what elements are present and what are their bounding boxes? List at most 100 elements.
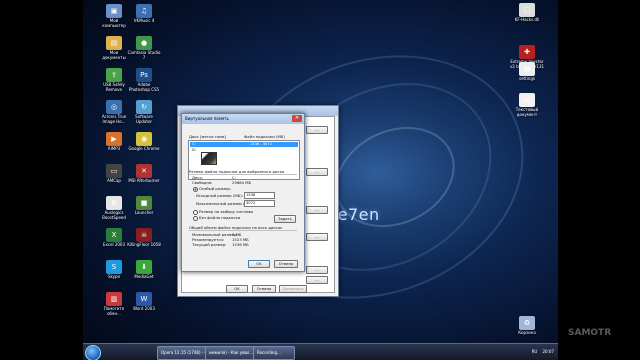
app-icon: ▤ bbox=[519, 93, 535, 107]
desktop-icon-label: settings bbox=[519, 76, 535, 81]
virtual-memory-dialog[interactable]: Виртуальная память ✕ Диск [метка тома] Ф… bbox=[181, 113, 305, 272]
free-space-label: Свободно: bbox=[192, 180, 213, 185]
app-icon: ▶ bbox=[106, 132, 122, 146]
tray-clock[interactable]: 20:07 bbox=[542, 349, 554, 354]
taskbar-item-opera[interactable]: Opera 12.15 (1748) - Co... bbox=[157, 346, 209, 360]
letterbox-left bbox=[0, 0, 83, 360]
right-desktop-icon[interactable]: ▤ settings bbox=[505, 62, 549, 82]
desktop-icon-label: VKMusic 4 bbox=[133, 18, 155, 23]
desktop-icon-label: Adobe Photoshop CS5 bbox=[128, 82, 160, 92]
settings-button[interactable]: ... bbox=[306, 266, 328, 274]
taskbar-item-browser-tab[interactable]: иммиля) - Как уввл... bbox=[205, 346, 257, 360]
desktop-icon-label: KF-Hacks.dll bbox=[514, 17, 540, 22]
current-size-value: 1536 МБ bbox=[232, 242, 249, 247]
screen: Se7en ▣ Мой компьютер ♫ VKMusic 4 ▤ Мои докум… bbox=[0, 0, 640, 360]
left-desktop-icon[interactable]: ☠ KillingFloor 1058 bbox=[122, 228, 166, 248]
desktop-icon-label: Word 2003 bbox=[133, 306, 155, 311]
desktop-icon-label: KillingFloor 1058 bbox=[127, 242, 161, 247]
settings-button[interactable]: ... bbox=[306, 168, 328, 176]
no-pagefile-label: Без файла подкачки bbox=[199, 215, 241, 220]
left-desktop-icon[interactable]: ● Camtasia Studio 7 bbox=[122, 36, 166, 60]
app-icon: ▣ bbox=[106, 4, 122, 18]
desktop-icon-label: Launcher bbox=[134, 210, 154, 215]
desktop-icon-label: Camtasia Studio 7 bbox=[127, 50, 161, 60]
desktop-icon-label: MSI Afterburner bbox=[128, 178, 160, 183]
app-icon: ⚙ bbox=[106, 196, 122, 210]
system-tray: RU 20:07 bbox=[532, 346, 554, 358]
desktop-icon-label: Software Updater bbox=[135, 114, 153, 124]
watermark: SAMOTR bbox=[568, 328, 612, 338]
app-icon: X bbox=[106, 228, 122, 242]
app-icon: ◎ bbox=[106, 100, 122, 114]
custom-size-label: Особый размер: bbox=[199, 186, 232, 191]
right-desktop-icon[interactable]: ▢ KF-Hacks.dll bbox=[505, 3, 549, 23]
app-icon: ✕ bbox=[136, 164, 152, 178]
left-desktop-icon[interactable]: Ps Adobe Photoshop CS5 bbox=[122, 68, 166, 92]
dialog-title: Виртуальная память bbox=[185, 116, 229, 121]
app-icon: ● bbox=[136, 36, 152, 50]
language-indicator[interactable]: RU bbox=[532, 349, 538, 354]
app-icon: ⇪ bbox=[106, 68, 122, 82]
drive-letter: C: bbox=[192, 142, 196, 146]
free-space-value: 29884 МБ bbox=[232, 180, 252, 185]
left-desktop-icon[interactable]: W Word 2003 bbox=[122, 292, 166, 312]
app-icon: ⬇ bbox=[136, 260, 152, 274]
app-icon: ♫ bbox=[136, 4, 152, 18]
right-desktop-icon[interactable]: ♻ Корзина bbox=[505, 316, 549, 336]
taskbar: Opera 12.15 (1748) - Co... иммиля) - Как… bbox=[83, 343, 558, 360]
dialog-ok-button[interactable]: OK bbox=[248, 260, 270, 268]
close-icon[interactable]: ✕ bbox=[292, 115, 302, 122]
divider bbox=[189, 174, 297, 175]
app-icon: ▤ bbox=[106, 36, 122, 50]
left-desktop-icon[interactable]: ◉ Google Chrome bbox=[122, 132, 166, 152]
settings-button[interactable]: ... bbox=[306, 276, 328, 284]
settings-button[interactable]: ... bbox=[306, 233, 328, 241]
app-icon: ◉ bbox=[136, 132, 152, 146]
no-pagefile-radio[interactable] bbox=[193, 216, 198, 221]
divider bbox=[189, 230, 297, 231]
max-size-input[interactable]: 3072 bbox=[244, 200, 275, 207]
app-icon: ▤ bbox=[519, 62, 535, 76]
app-icon: ☠ bbox=[136, 228, 152, 242]
left-desktop-icon[interactable]: ♫ VKMusic 4 bbox=[122, 4, 166, 24]
left-desktop-icon[interactable]: ⬇ MediaGet bbox=[122, 260, 166, 280]
left-desktop-icon[interactable]: ↻ Software Updater bbox=[122, 100, 166, 124]
start-button[interactable] bbox=[85, 345, 101, 360]
system-size-radio[interactable] bbox=[193, 210, 198, 215]
initial-size-label: Исходный размер (МБ): bbox=[196, 193, 243, 198]
taskbar-item-recording[interactable]: Recording... bbox=[253, 346, 295, 360]
dialog-cancel-button[interactable]: Отмена bbox=[274, 260, 298, 268]
dialog-titlebar[interactable]: Виртуальная память bbox=[182, 114, 304, 124]
apply-button[interactable]: Применить bbox=[279, 285, 307, 293]
drive-column-header: Диск [метка тома] bbox=[189, 134, 226, 139]
app-icon: ▭ bbox=[106, 164, 122, 178]
drive-thumbnail bbox=[201, 152, 217, 165]
settings-button[interactable]: ... bbox=[306, 206, 328, 214]
desktop-icon-label: Google Chrome bbox=[128, 146, 160, 151]
app-icon: ■ bbox=[136, 196, 152, 210]
system-size-label: Размер по выбору системы bbox=[199, 209, 254, 214]
ok-button[interactable]: OK bbox=[226, 285, 248, 293]
app-icon: ✚ bbox=[519, 45, 535, 59]
right-desktop-icon[interactable]: ▤ Текстовый документ bbox=[505, 93, 549, 117]
cancel-button[interactable]: Отмена bbox=[252, 285, 276, 293]
custom-size-radio[interactable] bbox=[193, 187, 198, 192]
settings-button[interactable]: ... bbox=[306, 126, 328, 134]
app-icon: W bbox=[136, 292, 152, 306]
initial-size-input[interactable]: 1536 bbox=[244, 192, 275, 199]
letterbox-right bbox=[558, 0, 640, 360]
app-icon: ▢ bbox=[519, 3, 535, 17]
desktop-icon-label: Текстовый документ bbox=[515, 107, 539, 117]
drive-pagefile-size: 1536 - 3072 bbox=[250, 142, 272, 146]
drive-row-selected[interactable]: C: 1536 - 3072 bbox=[190, 142, 298, 147]
set-button[interactable]: Задать bbox=[274, 215, 296, 223]
left-desktop-icon[interactable]: ■ Launcher bbox=[122, 196, 166, 216]
current-size-label: Текущий размер: bbox=[192, 242, 227, 247]
left-desktop-icon[interactable]: ✕ MSI Afterburner bbox=[122, 164, 166, 184]
drive-row[interactable]: D: bbox=[192, 148, 196, 152]
app-icon: ↻ bbox=[136, 100, 152, 114]
desktop-icon-label: Корзина bbox=[518, 330, 536, 335]
app-icon: S bbox=[106, 260, 122, 274]
app-icon: ▥ bbox=[106, 292, 122, 306]
desktop-icon-label: MediaGet bbox=[134, 274, 154, 279]
